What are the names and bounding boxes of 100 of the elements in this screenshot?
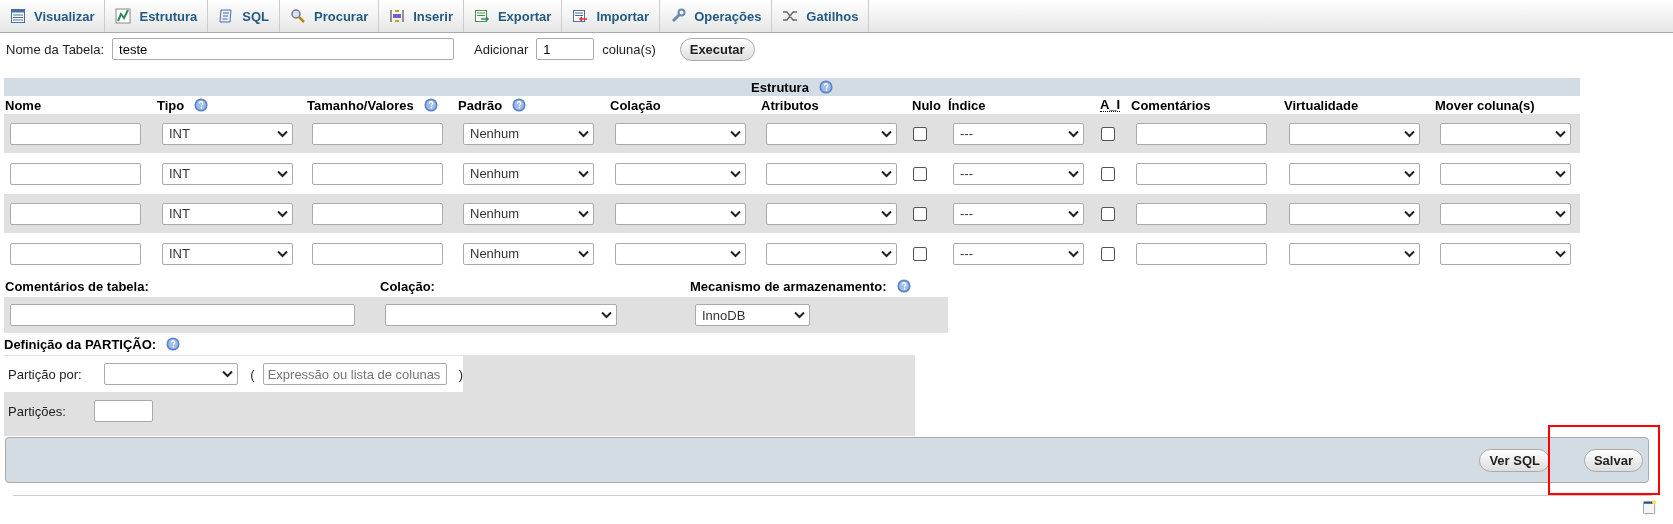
caret-icon xyxy=(578,169,589,178)
table-name-field[interactable]: teste xyxy=(112,38,455,60)
tab[interactable]: Inserir xyxy=(379,0,464,32)
dropdown[interactable]: INT xyxy=(162,122,293,145)
column-header: Comentários xyxy=(1131,97,1211,113)
column-header: Índice xyxy=(948,97,986,113)
column-count-field[interactable]: 1 xyxy=(536,38,595,60)
collation-dropdown[interactable] xyxy=(385,304,617,326)
tab[interactable]: Operações xyxy=(660,0,773,32)
wrench-icon xyxy=(670,8,687,24)
dropdown[interactable] xyxy=(1440,242,1571,265)
checkbox[interactable] xyxy=(913,126,927,141)
tab[interactable]: Visualizar xyxy=(0,0,106,32)
field-label: Adicionar xyxy=(474,41,529,57)
dropdown[interactable] xyxy=(615,242,746,265)
input-field[interactable] xyxy=(10,202,141,225)
dropdown[interactable] xyxy=(1289,162,1420,185)
section-title: Definição da PARTIÇÃO: xyxy=(4,336,157,352)
help-icon[interactable] xyxy=(166,337,181,351)
tab[interactable]: Importar xyxy=(562,0,661,32)
column-header: Tipo xyxy=(157,97,185,113)
tab[interactable]: SQL xyxy=(208,0,280,32)
dropdown[interactable] xyxy=(615,202,746,225)
caret-icon xyxy=(1555,249,1566,258)
caret-icon xyxy=(1068,209,1079,218)
dropdown[interactable]: Nenhum xyxy=(463,162,594,185)
dropdown[interactable] xyxy=(1289,242,1420,265)
caret-icon xyxy=(578,209,589,218)
dropdown[interactable] xyxy=(1440,162,1571,185)
input-field[interactable] xyxy=(312,162,443,185)
dropdown[interactable]: --- xyxy=(953,242,1084,265)
input-field[interactable] xyxy=(1136,242,1267,265)
caret-icon xyxy=(1404,209,1415,218)
checkbox[interactable] xyxy=(913,166,927,181)
dropdown[interactable] xyxy=(615,122,746,145)
caret-icon xyxy=(1555,209,1566,218)
input-field[interactable] xyxy=(1136,202,1267,225)
input-field[interactable] xyxy=(10,122,141,145)
input-field[interactable] xyxy=(10,162,141,185)
tab[interactable]: Procurar xyxy=(280,0,380,32)
partitions-field[interactable] xyxy=(93,400,153,422)
column-header: Mover coluna(s) xyxy=(1435,97,1535,113)
dropdown[interactable] xyxy=(766,122,897,145)
execute-button[interactable]: Executar xyxy=(679,37,755,61)
help-icon[interactable] xyxy=(512,98,527,112)
input-field[interactable] xyxy=(312,242,443,265)
window-icon[interactable] xyxy=(1643,500,1657,515)
table-comment-field[interactable] xyxy=(10,304,355,326)
dropdown[interactable] xyxy=(615,162,746,185)
dropdown[interactable] xyxy=(1440,122,1571,145)
dropdown[interactable]: INT xyxy=(162,202,293,225)
dropdown[interactable] xyxy=(1440,202,1571,225)
field-label: Mecanismo de armazenamento: xyxy=(690,278,887,294)
action-button[interactable]: Salvar xyxy=(1583,448,1643,472)
parenthesis: ( xyxy=(250,366,255,382)
dropdown[interactable]: --- xyxy=(953,202,1084,225)
caret-icon xyxy=(881,249,892,258)
dropdown[interactable]: INT xyxy=(162,162,293,185)
help-icon[interactable] xyxy=(423,98,438,112)
caret-icon xyxy=(1555,129,1566,138)
caret-icon xyxy=(277,169,288,178)
help-icon[interactable] xyxy=(818,80,833,94)
caret-icon xyxy=(794,311,805,319)
dropdown[interactable] xyxy=(1289,202,1420,225)
input-field[interactable] xyxy=(1136,122,1267,145)
input-field[interactable] xyxy=(10,242,141,265)
input-field[interactable] xyxy=(1136,162,1267,185)
action-button[interactable]: Ver SQL xyxy=(1479,448,1550,472)
dropdown[interactable] xyxy=(1289,122,1420,145)
dropdown[interactable] xyxy=(766,162,897,185)
input-field[interactable] xyxy=(312,122,443,145)
dropdown[interactable]: Nenhum xyxy=(463,242,594,265)
help-icon[interactable] xyxy=(194,98,209,112)
dropdown[interactable]: Nenhum xyxy=(463,202,594,225)
checkbox[interactable] xyxy=(1101,126,1115,141)
column-header: Nulo xyxy=(912,97,941,113)
dropdown[interactable]: --- xyxy=(953,122,1084,145)
caret-icon xyxy=(1555,169,1566,178)
dropdown[interactable] xyxy=(766,202,897,225)
input-field[interactable] xyxy=(312,202,443,225)
tab[interactable]: Estrutura xyxy=(105,0,209,32)
caret-icon xyxy=(1404,169,1415,178)
tab[interactable]: Exportar xyxy=(463,0,563,32)
checkbox[interactable] xyxy=(913,206,927,221)
engine-dropdown[interactable]: InnoDB xyxy=(695,304,810,326)
dropdown[interactable]: Nenhum xyxy=(463,122,594,145)
caret-icon xyxy=(1404,129,1415,138)
caret-icon xyxy=(277,129,288,138)
tab[interactable]: Gatilhos xyxy=(772,0,870,32)
partition-dropdown[interactable] xyxy=(103,363,239,385)
help-icon[interactable] xyxy=(896,279,911,293)
checkbox[interactable] xyxy=(1101,166,1115,181)
checkbox[interactable] xyxy=(1101,206,1115,221)
unit-label: coluna(s) xyxy=(602,41,656,57)
dropdown[interactable] xyxy=(766,242,897,265)
expression-field[interactable]: Expressão ou lista de colunas xyxy=(262,363,447,385)
checkbox[interactable] xyxy=(913,246,927,261)
dropdown[interactable]: INT xyxy=(162,242,293,265)
checkbox[interactable] xyxy=(1101,246,1115,261)
dropdown[interactable]: --- xyxy=(953,162,1084,185)
